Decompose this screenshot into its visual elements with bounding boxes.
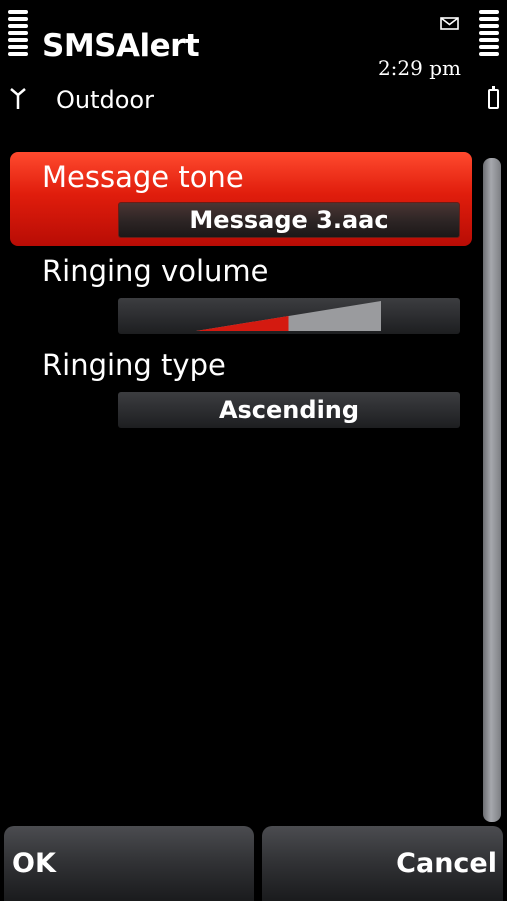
setting-message-tone[interactable]: Message tone Message 3.aac [10, 152, 472, 246]
status-pane: SMSAlert 2:29 pm Outdoor [0, 0, 507, 140]
antenna-icon [10, 88, 26, 109]
battery-icon [488, 86, 499, 109]
setting-ringing-volume[interactable]: Ringing volume [0, 246, 476, 340]
cancel-button[interactable]: Cancel [262, 826, 503, 901]
setting-label: Message tone [42, 160, 244, 194]
setting-ringing-type[interactable]: Ringing type Ascending [0, 340, 476, 434]
setting-label: Ringing volume [42, 254, 269, 288]
signal-strength-icon [8, 10, 28, 59]
battery-strength-icon [479, 10, 499, 59]
setting-label: Ringing type [42, 348, 226, 382]
ok-button[interactable]: OK [4, 826, 254, 901]
ringing-type-value[interactable]: Ascending [118, 392, 460, 428]
settings-list: Message tone Message 3.aac Ringing volum… [0, 152, 476, 434]
clock: 2:29 pm [377, 56, 461, 80]
envelope-icon [440, 17, 459, 30]
scrollbar[interactable] [483, 158, 501, 822]
profile-name: Outdoor [56, 86, 154, 114]
ringing-volume-slider[interactable] [118, 298, 460, 334]
volume-level-indicator [196, 301, 381, 331]
message-tone-value[interactable]: Message 3.aac [118, 202, 460, 238]
softkey-bar: OK Cancel [0, 826, 507, 901]
app-title: SMSAlert [42, 28, 200, 64]
